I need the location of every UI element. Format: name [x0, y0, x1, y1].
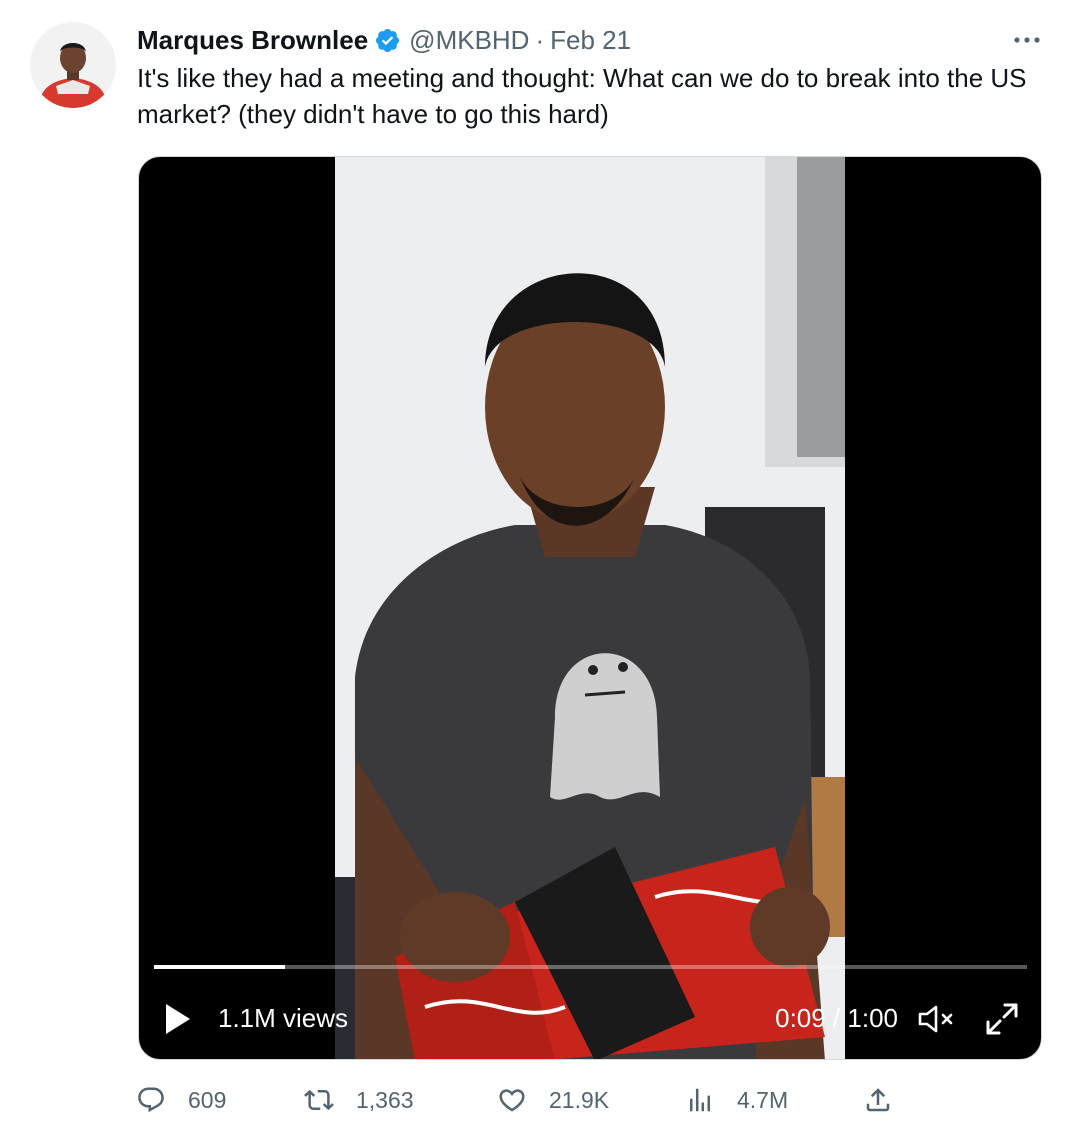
retweet-button[interactable]: 1,363	[304, 1078, 414, 1122]
video-thumbnail	[335, 157, 845, 1059]
retweet-count: 1,363	[356, 1086, 414, 1113]
separator-dot: ·	[535, 24, 545, 55]
video-controls: 1.1M views 0:09 / 1:00	[139, 997, 1041, 1041]
play-icon[interactable]	[163, 1001, 193, 1037]
reply-icon	[136, 1085, 166, 1115]
video-player[interactable]: 1.1M views 0:09 / 1:00	[138, 156, 1042, 1060]
video-progress-fill	[154, 965, 285, 969]
like-button[interactable]: 21.9K	[497, 1078, 609, 1122]
analytics-icon	[685, 1085, 715, 1115]
reply-button[interactable]: 609	[136, 1078, 226, 1122]
reply-count: 609	[188, 1086, 227, 1113]
video-time: 0:09 / 1:00	[775, 1003, 898, 1033]
verified-badge-icon	[374, 27, 401, 54]
more-icon[interactable]	[1010, 28, 1044, 52]
avatar[interactable]	[30, 22, 116, 108]
muted-icon[interactable]	[917, 1003, 959, 1035]
tweet-header: Marques Brownlee @MKBHD · Feb 21	[137, 22, 631, 58]
views-button[interactable]: 4.7M	[685, 1078, 788, 1122]
heart-icon	[497, 1085, 527, 1115]
video-progress-bar[interactable]	[154, 965, 1027, 969]
views-count: 4.7M	[737, 1086, 789, 1113]
retweet-icon	[304, 1085, 334, 1115]
share-button[interactable]	[863, 1078, 893, 1122]
video-views: 1.1M views	[218, 1003, 349, 1033]
tweet-text: It's like they had a meeting and thought…	[137, 63, 1027, 129]
share-icon	[863, 1085, 893, 1115]
like-count: 21.9K	[549, 1086, 610, 1113]
video-frame	[335, 157, 845, 1059]
author-handle[interactable]: @MKBHD	[409, 25, 529, 56]
tweet-actions: 609 1,363 21.9K 4.7M	[136, 1078, 906, 1122]
avatar-image	[30, 22, 116, 108]
tweet: Marques Brownlee @MKBHD · Feb 21 It's li…	[0, 0, 1080, 1137]
author-name[interactable]: Marques Brownlee	[137, 25, 368, 56]
tweet-date[interactable]: Feb 21	[550, 25, 631, 56]
fullscreen-icon[interactable]	[984, 1001, 1020, 1037]
